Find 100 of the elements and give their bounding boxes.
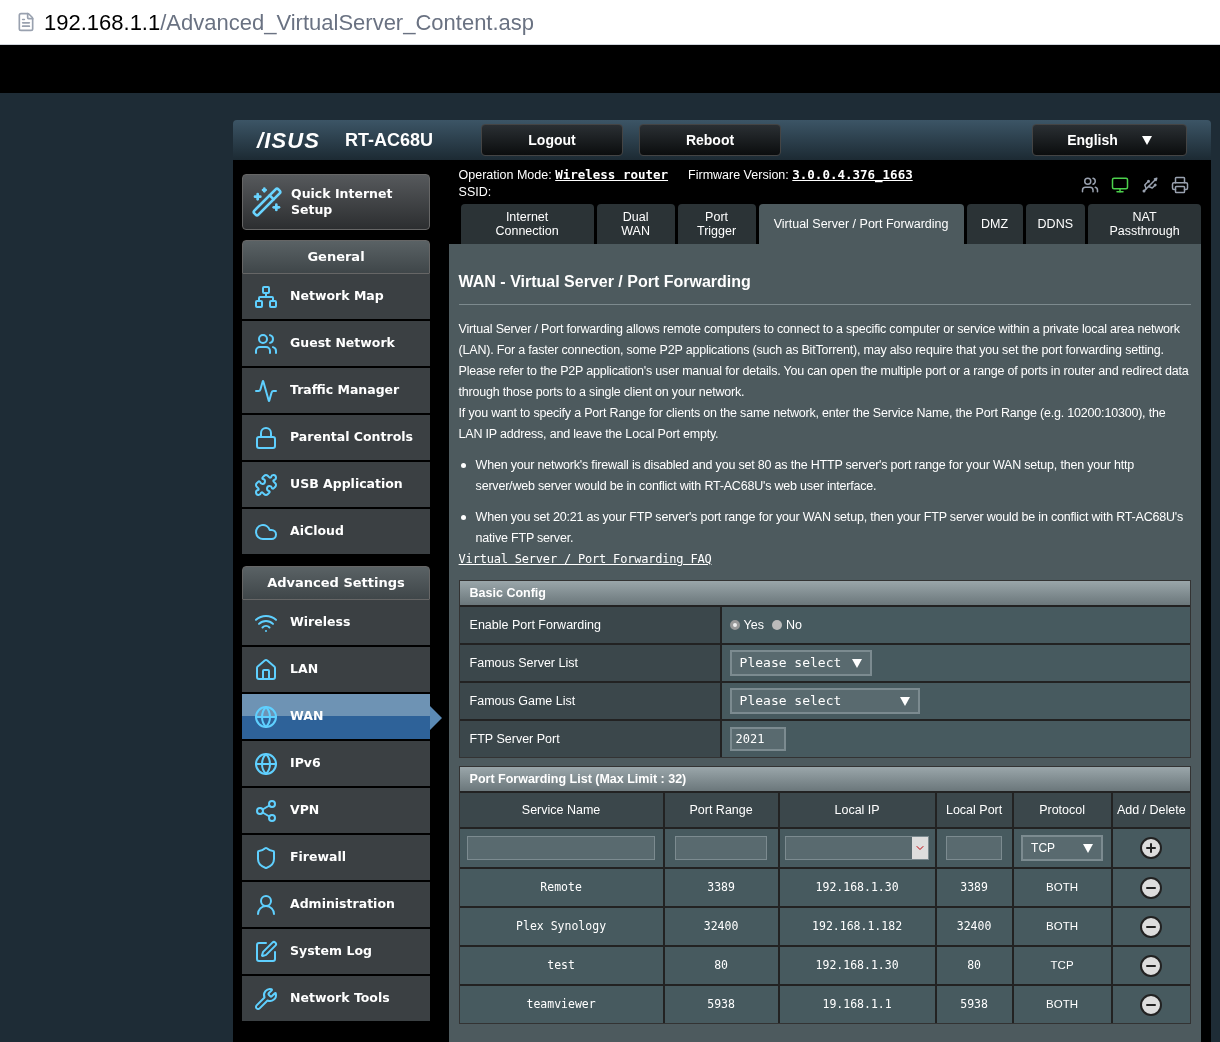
sidebar-item[interactable]: LAN (242, 647, 430, 694)
person-icon (254, 892, 278, 917)
section-header: Basic Config (459, 581, 1190, 605)
wrench-icon (254, 986, 278, 1011)
table-cell: BOTH (1013, 908, 1111, 945)
puzzle-icon (254, 472, 278, 497)
header-button[interactable]: Logout (481, 124, 623, 156)
select-dropdown[interactable]: Please select (729, 688, 920, 714)
delete-icon[interactable] (1139, 992, 1164, 1017)
quick-setup-button[interactable]: Quick Internet Setup (242, 174, 430, 230)
dropdown-arrow-icon (851, 658, 862, 668)
select-dropdown[interactable]: Please select (729, 650, 872, 676)
page-icon (16, 12, 36, 32)
sidebar-section-header: Advanced Settings (242, 566, 430, 600)
tab[interactable]: DDNS (1025, 204, 1085, 244)
radio-label: Yes (743, 616, 764, 634)
sidebar-item[interactable]: Guest Network (242, 321, 430, 368)
radio-button[interactable] (772, 620, 782, 630)
table-cell: 32400 (936, 908, 1012, 945)
sidebar-item[interactable]: Wireless (242, 600, 430, 647)
lock-icon (254, 425, 278, 450)
delete-icon[interactable] (1139, 914, 1164, 939)
delete-icon[interactable] (1139, 875, 1164, 900)
url-text: 192.168.1.1/Advanced_VirtualServer_Content.asp (44, 8, 535, 37)
usb-icon[interactable] (1141, 176, 1159, 194)
table-cell: 3389 (936, 869, 1012, 906)
description-paragraph: If you want to specify a Port Range for clients on the same network, enter the Service Name, the Port Range (e.g. 10200:10300), the LAN IP address, and leave the Local Port empty. (458, 405, 1167, 443)
sidebar-item[interactable]: AiCloud (242, 509, 430, 556)
firmware-link[interactable]: 3.0.0.4.376_1663 (792, 167, 913, 182)
users-icon[interactable] (1081, 176, 1099, 194)
table-cell: 192.168.1.182 (779, 908, 935, 945)
tab[interactable]: Internet Connection (460, 204, 594, 244)
table-cell: 192.168.1.30 (779, 869, 935, 906)
tab[interactable]: Port Trigger (677, 204, 756, 244)
table-cell: 5938 (936, 986, 1012, 1023)
sidebar-section-header: General (242, 240, 430, 274)
sidebar-item[interactable]: Traffic Manager (242, 368, 430, 415)
sidebar-item[interactable]: VPN (242, 788, 430, 835)
printer-icon[interactable] (1171, 176, 1189, 194)
sidebar-item[interactable]: Firewall (242, 835, 430, 882)
chart-icon (254, 378, 278, 403)
page-title: WAN - Virtual Server / Port Forwarding (458, 244, 1191, 305)
shield-icon (254, 845, 278, 870)
text-input[interactable] (675, 836, 768, 860)
table-cell: 32400 (664, 908, 778, 945)
edit-icon (254, 939, 278, 964)
setting-label: Famous Game List (459, 683, 722, 719)
ssid-label: SSID: (458, 185, 492, 199)
model-name: RT-AC68U (345, 128, 434, 152)
table-cell: BOTH (1013, 869, 1111, 906)
table-cell: Plex Synology (459, 908, 663, 945)
radio-button[interactable] (729, 620, 740, 630)
radio-label: No (786, 616, 802, 634)
network-icon (254, 284, 278, 309)
sidebar-item[interactable]: Network Map (242, 274, 430, 321)
description-paragraph: Virtual Server / Port forwarding allows remote computers to connect to a specific computer or service within a private local area network (LAN). For a faster connection, some P2P applications (such as BitTorrent), may also require that you set the port forwarding setting. Please refer to the P2P application's user manual for details. You can open the multiple port or a range of ports in router and redirect data through those ports to a single client on your network. (458, 321, 1190, 401)
address-bar[interactable]: 192.168.1.1/Advanced_VirtualServer_Content.asp (0, 0, 1220, 45)
globe-icon (254, 704, 278, 729)
dropdown-arrow-icon (1083, 843, 1094, 853)
firmware-text: Firmware Version: 3.0.0.4.376_1663 (688, 166, 913, 184)
table-cell: 19.168.1.1 (779, 986, 935, 1023)
language-select[interactable]: English (1032, 124, 1187, 156)
protocol-select[interactable]: TCP (1021, 835, 1104, 861)
column-header: Local Port (936, 793, 1012, 827)
table-cell: BOTH (1013, 986, 1111, 1023)
column-header: Add / Delete (1112, 793, 1190, 827)
users-icon (254, 331, 278, 356)
operation-mode-text: Operation Mode: Wireless router (458, 166, 669, 184)
column-header: Port Range (664, 793, 778, 827)
magic-wand-icon (251, 186, 283, 218)
bullet-icon (460, 515, 466, 520)
sidebar-item[interactable]: Administration (242, 882, 430, 929)
table-cell: 80 (664, 947, 778, 984)
header-button[interactable]: Reboot (639, 124, 781, 156)
tab[interactable]: DMZ (966, 204, 1023, 244)
ip-combo-field[interactable] (785, 836, 930, 860)
port-input[interactable]: 2021 (729, 727, 786, 751)
column-header: Protocol (1013, 793, 1111, 827)
sidebar-item[interactable]: Parental Controls (242, 415, 430, 462)
setting-label: FTP Server Port (459, 721, 722, 757)
operation-mode-link[interactable]: Wireless router (555, 167, 669, 182)
table-cell: 80 (936, 947, 1012, 984)
column-header: Local IP (779, 793, 935, 827)
tab[interactable]: Virtual Server / Port Forwarding (758, 204, 964, 244)
sidebar-item[interactable]: USB Application (242, 462, 430, 509)
column-header: Service Name (459, 793, 663, 827)
sidebar-item[interactable]: Network Tools (242, 976, 430, 1023)
add-icon[interactable] (1139, 836, 1164, 860)
faq-link[interactable]: Virtual Server / Port Forwarding FAQ (458, 549, 1191, 570)
text-input[interactable] (467, 836, 656, 860)
monitor-icon[interactable] (1111, 176, 1129, 194)
sidebar-item[interactable]: System Log (242, 929, 430, 976)
tab[interactable]: NAT Passthrough (1088, 204, 1201, 244)
tab[interactable]: Dual WAN (596, 204, 675, 244)
text-input[interactable] (946, 836, 1003, 860)
note-item: When you set 20:21 as your FTP server's port range for your WAN setup, then your FTP server would be in conflict with RT-AC68U's native FTP server. (475, 509, 1185, 547)
house-icon (254, 657, 278, 682)
table-cell: 5938 (664, 986, 778, 1023)
delete-icon[interactable] (1139, 953, 1164, 978)
sidebar-item[interactable]: IPv6 (242, 741, 430, 788)
